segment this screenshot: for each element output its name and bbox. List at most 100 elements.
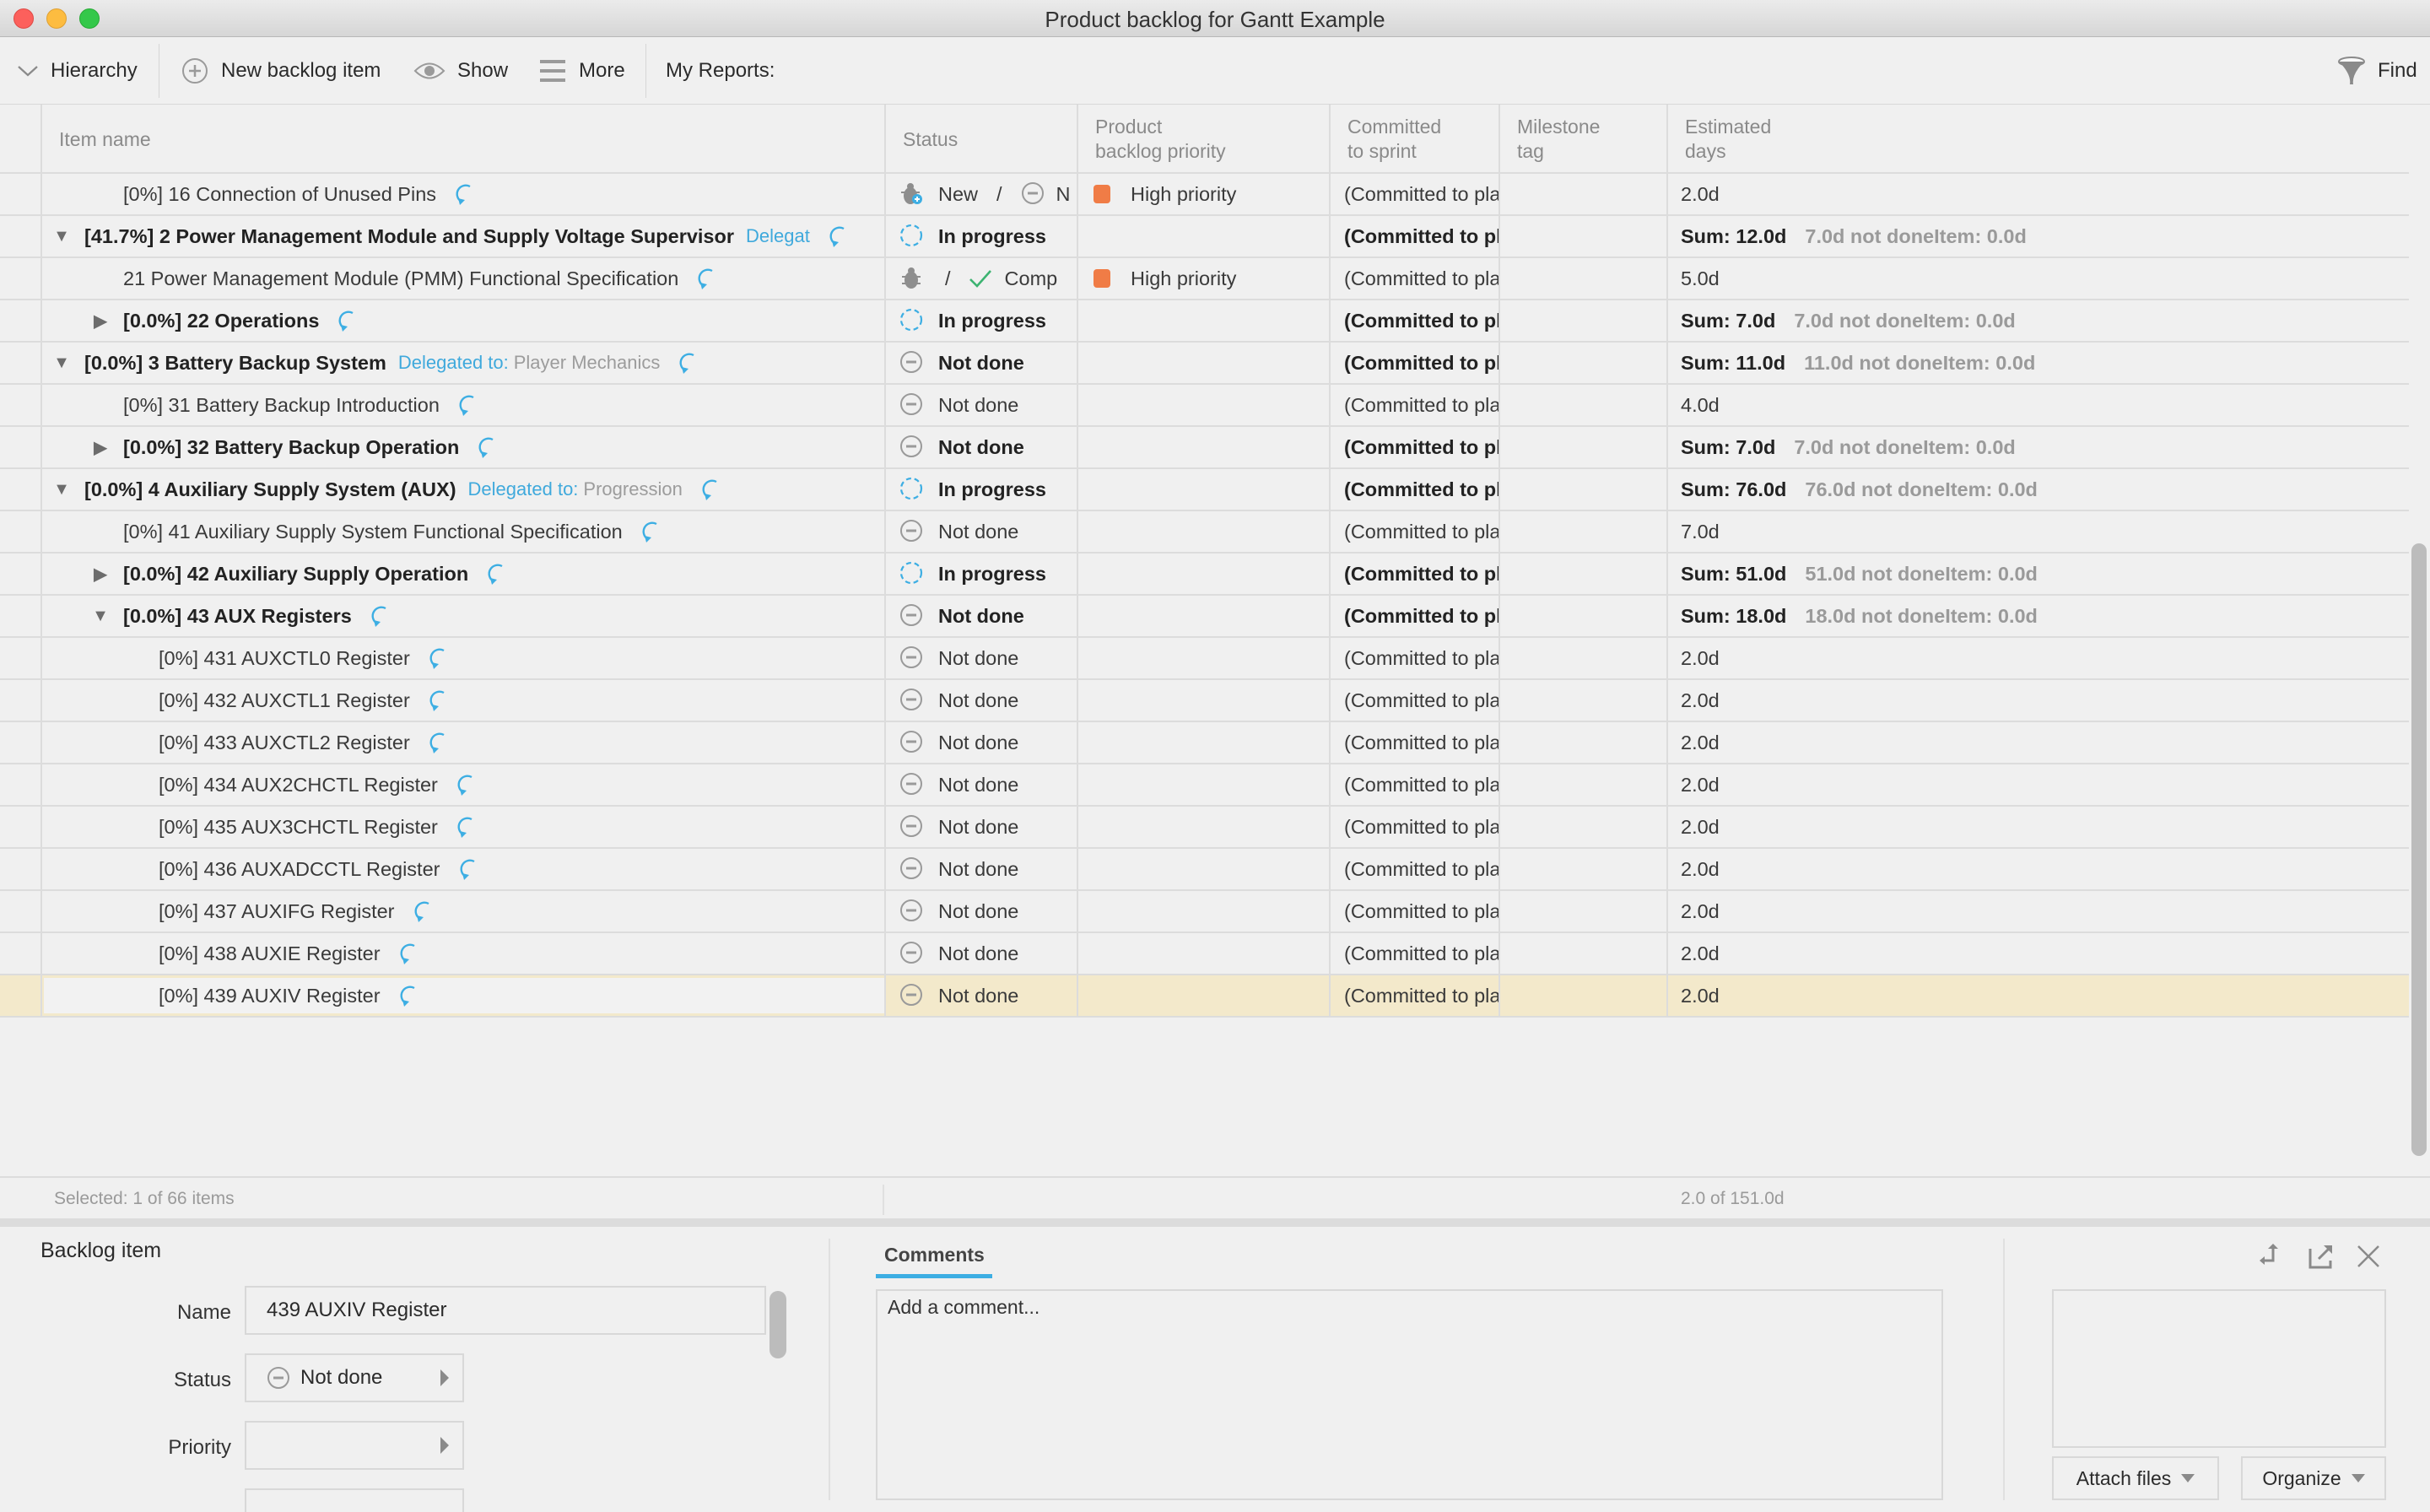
sync-icon[interactable] <box>410 899 434 924</box>
item-name-cell[interactable]: ▼ [41.7%] 2 Power Management Module and S… <box>44 216 884 256</box>
table-row[interactable]: ▶ [0.0%] 42 Auxiliary Supply Operation In … <box>0 554 2409 596</box>
status-cell[interactable]: Not done <box>886 807 1077 847</box>
sync-icon[interactable] <box>698 477 721 502</box>
item-name-cell[interactable]: 21 Power Management Module (PMM) Functio… <box>44 258 884 299</box>
committed-cell[interactable]: (Committed to pla <box>1331 933 1498 974</box>
sync-icon[interactable] <box>474 435 498 460</box>
item-name-cell[interactable]: [0%] 436 AUXADCCTL Register <box>44 849 884 889</box>
status-cell[interactable]: Not done <box>886 891 1077 932</box>
priority-cell[interactable] <box>1078 975 1329 1016</box>
milestone-cell[interactable] <box>1500 764 1666 805</box>
item-name-cell[interactable]: ▶ [0.0%] 32 Battery Backup Operation <box>44 427 884 467</box>
estimate-cell[interactable]: Sum: 7.0d 7.0d not doneItem: 0.0d <box>1668 427 2409 467</box>
delegated-to-team[interactable]: Player Mechanics <box>514 352 661 374</box>
expand-toggle-icon[interactable]: ▶ <box>89 564 111 585</box>
table-row[interactable]: [0%] 433 AUXCTL2 Register Not done (Commit… <box>0 722 2409 764</box>
item-name-cell[interactable]: [0%] 31 Battery Backup Introduction <box>44 385 884 425</box>
milestone-cell[interactable] <box>1500 891 1666 932</box>
sync-icon[interactable] <box>425 688 449 713</box>
committed-cell[interactable]: (Committed to pla <box>1331 680 1498 721</box>
table-row[interactable]: ▶ [0.0%] 32 Battery Backup Operation Not d… <box>0 427 2409 469</box>
status-cell[interactable]: In progress <box>886 554 1077 594</box>
estimate-cell[interactable]: 7.0d <box>1668 511 2409 552</box>
sync-icon[interactable] <box>396 941 419 966</box>
priority-cell[interactable] <box>1078 385 1329 425</box>
milestone-cell[interactable] <box>1500 933 1666 974</box>
expand-toggle-icon[interactable]: ▶ <box>89 310 111 332</box>
item-name-cell[interactable]: ▼ [0.0%] 4 Auxiliary Supply System (AUX) D… <box>44 469 884 510</box>
status-cell[interactable]: Not done <box>886 343 1077 383</box>
collapse-toggle-icon[interactable]: ▼ <box>89 607 111 626</box>
status-cell[interactable]: Not done <box>886 638 1077 678</box>
milestone-cell[interactable] <box>1500 975 1666 1016</box>
sync-icon[interactable] <box>425 730 449 755</box>
priority-cell[interactable] <box>1078 469 1329 510</box>
estimate-cell[interactable]: 5.0d <box>1668 258 2409 299</box>
status-cell[interactable]: Not done <box>886 427 1077 467</box>
sync-icon[interactable] <box>456 856 479 882</box>
priority-cell[interactable] <box>1078 511 1329 552</box>
table-row[interactable]: [0%] 438 AUXIE Register Not done (Committe… <box>0 933 2409 975</box>
estimate-cell[interactable]: 2.0d <box>1668 722 2409 763</box>
status-dropdown[interactable]: Not done <box>245 1353 464 1402</box>
item-name-cell[interactable]: [0%] 16 Connection of Unused Pins <box>44 174 884 214</box>
milestone-cell[interactable] <box>1500 174 1666 214</box>
table-row[interactable]: ▼ [41.7%] 2 Power Management Module and S… <box>0 216 2409 258</box>
estimate-cell[interactable]: 2.0d <box>1668 975 2409 1016</box>
sync-icon[interactable] <box>367 603 391 629</box>
committed-cell[interactable]: (Committed to pla <box>1331 638 1498 678</box>
table-row[interactable]: ▼ [0.0%] 3 Battery Backup System Delegated… <box>0 343 2409 385</box>
priority-cell[interactable] <box>1078 807 1329 847</box>
name-field[interactable]: 439 AUXIV Register <box>245 1286 766 1335</box>
committed-cell[interactable]: (Committed to pla <box>1331 427 1498 467</box>
show-button[interactable]: Show <box>413 37 508 105</box>
priority-cell[interactable] <box>1078 764 1329 805</box>
popout-icon[interactable] <box>2307 1242 2334 1271</box>
priority-cell[interactable]: High priority <box>1078 174 1329 214</box>
estimate-cell[interactable]: Sum: 12.0d 7.0d not doneItem: 0.0d <box>1668 216 2409 256</box>
priority-cell[interactable] <box>1078 554 1329 594</box>
sync-icon[interactable] <box>396 983 419 1008</box>
collapse-toggle-icon[interactable]: ▼ <box>51 480 73 500</box>
status-cell[interactable]: Not done <box>886 933 1077 974</box>
item-name-cell[interactable]: [0%] 431 AUXCTL0 Register <box>44 638 884 678</box>
priority-cell[interactable] <box>1078 216 1329 256</box>
priority-cell[interactable] <box>1078 638 1329 678</box>
estimate-cell[interactable]: 2.0d <box>1668 680 2409 721</box>
status-cell[interactable]: Not done <box>886 385 1077 425</box>
comments-tab[interactable]: Comments <box>884 1244 985 1266</box>
status-cell[interactable]: Not done <box>886 764 1077 805</box>
estimate-cell[interactable]: 2.0d <box>1668 807 2409 847</box>
committed-cell[interactable]: (Committed to pla <box>1331 849 1498 889</box>
status-cell[interactable]: In progress <box>886 469 1077 510</box>
status-cell[interactable]: Not done <box>886 511 1077 552</box>
estimate-cell[interactable]: 2.0d <box>1668 933 2409 974</box>
committed-cell[interactable]: (Committed to pla <box>1331 975 1498 1016</box>
status-cell[interactable]: New / N <box>886 174 1077 214</box>
sync-icon[interactable] <box>453 772 477 797</box>
organize-button[interactable]: Organize <box>2241 1456 2386 1500</box>
milestone-cell[interactable] <box>1500 216 1666 256</box>
committed-cell[interactable]: (Committed to pla <box>1331 764 1498 805</box>
sync-icon[interactable] <box>483 561 507 586</box>
item-name-cell[interactable]: ▶ [0.0%] 22 Operations <box>44 300 884 341</box>
milestone-cell[interactable] <box>1500 807 1666 847</box>
milestone-cell[interactable] <box>1500 638 1666 678</box>
status-cell[interactable]: Not done <box>886 849 1077 889</box>
table-row[interactable]: [0%] 432 AUXCTL1 Register Not done (Commit… <box>0 680 2409 722</box>
milestone-cell[interactable] <box>1500 511 1666 552</box>
item-name-cell[interactable]: [0%] 433 AUXCTL2 Register <box>44 722 884 763</box>
committed-cell[interactable]: (Committed to pla <box>1331 511 1498 552</box>
priority-cell[interactable] <box>1078 891 1329 932</box>
status-cell[interactable]: Not done <box>886 680 1077 721</box>
milestone-cell[interactable] <box>1500 554 1666 594</box>
table-row[interactable]: [0%] 31 Battery Backup Introduction Not d… <box>0 385 2409 427</box>
delegated-to-team[interactable]: Progression <box>583 478 682 500</box>
item-name-cell[interactable]: [0%] 438 AUXIE Register <box>44 933 884 974</box>
collapse-toggle-icon[interactable]: ▼ <box>51 354 73 373</box>
sync-icon[interactable] <box>675 350 699 375</box>
committed-cell[interactable]: (Committed to pla <box>1331 554 1498 594</box>
milestone-cell[interactable] <box>1500 680 1666 721</box>
status-cell[interactable]: / Comp <box>886 258 1077 299</box>
table-row[interactable]: [0%] 434 AUX2CHCTL Register Not done (Comm… <box>0 764 2409 807</box>
